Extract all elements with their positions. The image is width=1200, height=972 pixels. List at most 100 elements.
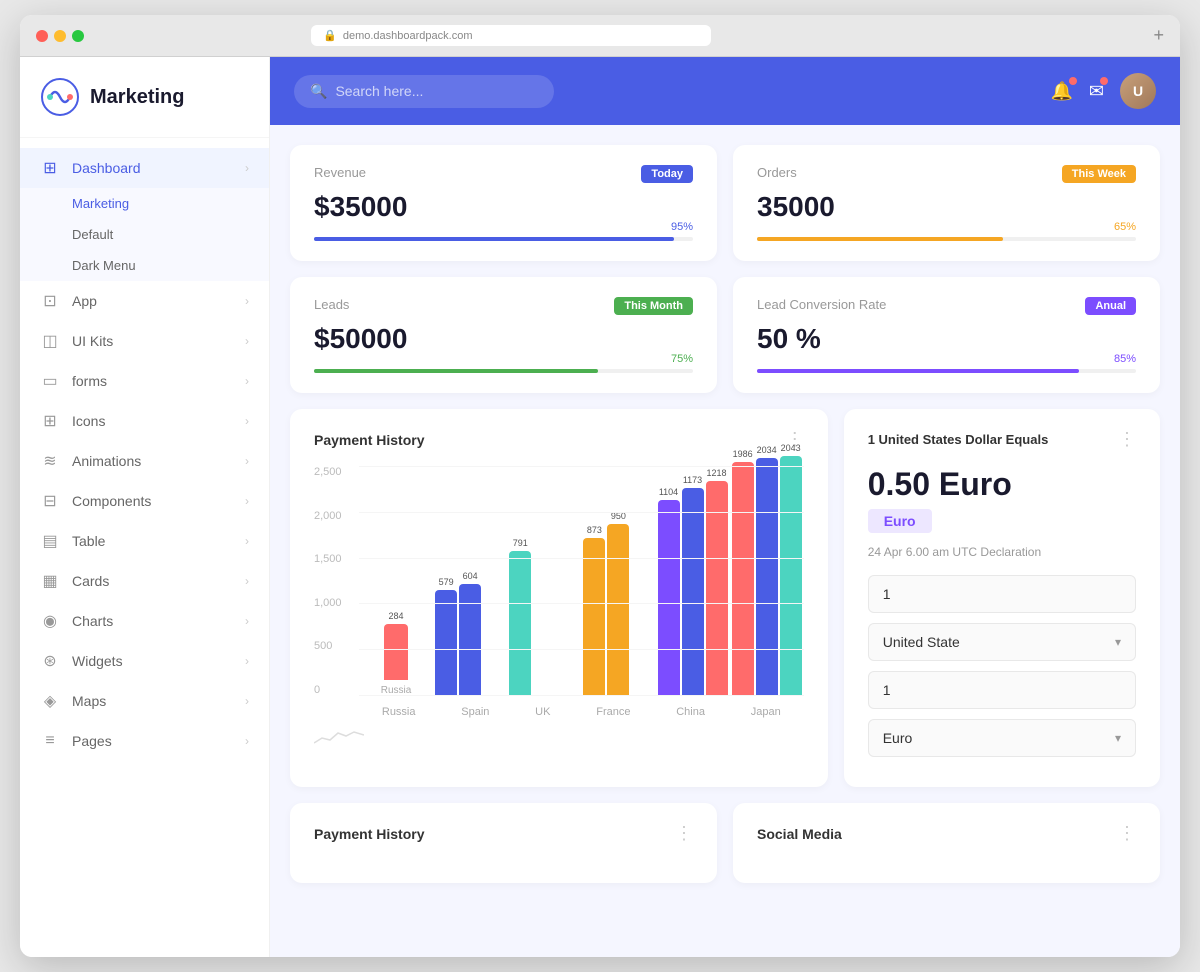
chevron-icon: › — [245, 614, 249, 628]
sidebar-item-icons[interactable]: ⊞ Icons › — [20, 401, 269, 441]
currency-chip: Euro — [868, 509, 932, 533]
bar-japan2 — [756, 458, 778, 696]
currency-input1[interactable] — [868, 575, 1136, 613]
sidebar-item-pages[interactable]: ≡ Pages › — [20, 721, 269, 761]
submenu-default[interactable]: Default — [20, 219, 269, 250]
widgets-icon: ⊛ — [40, 651, 60, 671]
maps-icon: ◈ — [40, 691, 60, 711]
avatar[interactable]: U — [1120, 73, 1156, 109]
main-content: 🔍 🔔 ✉ U — [270, 57, 1180, 957]
submenu-marketing[interactable]: Marketing — [20, 188, 269, 219]
bar-france1 — [583, 538, 605, 696]
orders-value: 35000 — [757, 191, 1136, 223]
minimize-button[interactable] — [54, 30, 66, 42]
search-input[interactable] — [335, 83, 538, 99]
footer-payment-card: Payment History ⋮ — [290, 803, 717, 883]
bar-chart-area: 2,500 2,000 1,500 1,000 500 0 284 — [314, 466, 804, 726]
chevron-icon: › — [245, 294, 249, 308]
chevron-icon: › — [245, 574, 249, 588]
bar-japan1 — [732, 462, 754, 696]
y-label: 2,500 — [314, 466, 342, 478]
currency-select[interactable]: Euro ▾ — [868, 719, 1136, 757]
maximize-button[interactable] — [72, 30, 84, 42]
cards-icon: ▦ — [40, 571, 60, 591]
chart-footer-icon — [314, 728, 804, 753]
footer-grid: Payment History ⋮ Social Media ⋮ — [290, 803, 1160, 883]
bar-france2 — [607, 524, 629, 696]
leads-card: Leads This Month $50000 75% — [290, 277, 717, 393]
chevron-down-icon: ▾ — [1115, 635, 1121, 649]
notification-icon[interactable]: 🔔 — [1050, 81, 1072, 102]
conversion-progress-bar — [757, 369, 1079, 373]
submenu-dark-menu[interactable]: Dark Menu — [20, 250, 269, 281]
charts-icon: ◉ — [40, 611, 60, 631]
y-label: 1,500 — [314, 553, 342, 565]
sidebar-item-maps[interactable]: ◈ Maps › — [20, 681, 269, 721]
leads-progress: 75% — [314, 369, 693, 373]
sidebar-item-components[interactable]: ⊟ Components › — [20, 481, 269, 521]
chevron-icon: › — [245, 494, 249, 508]
mail-icon[interactable]: ✉ — [1089, 81, 1104, 102]
address-bar[interactable]: 🔒 demo.dashboardpack.com — [311, 25, 711, 46]
orders-percent: 65% — [1114, 221, 1136, 233]
bar-group-spain: 579 604 — [433, 571, 507, 696]
bar-japan3 — [780, 456, 802, 696]
revenue-value: $35000 — [314, 191, 693, 223]
orders-label: Orders — [757, 165, 797, 180]
footer-social-menu-icon[interactable]: ⋮ — [1118, 823, 1136, 844]
sidebar-item-label: Dashboard — [72, 160, 141, 176]
orders-progress-bar — [757, 237, 1003, 241]
sidebar-item-label: Table — [72, 533, 105, 549]
sidebar-item-app[interactable]: ⊡ App › — [20, 281, 269, 321]
sidebar-item-uikits[interactable]: ◫ UI Kits › — [20, 321, 269, 361]
sidebar: Marketing ⊞ Dashboard › Marketing Defaul… — [20, 57, 270, 957]
country-select-value: United State — [883, 634, 960, 650]
sidebar-item-table[interactable]: ▤ Table › — [20, 521, 269, 561]
orders-badge: This Week — [1062, 165, 1136, 183]
browser-window: 🔒 demo.dashboardpack.com + Marketing — [20, 15, 1180, 957]
y-label: 0 — [314, 684, 342, 696]
sidebar-item-charts[interactable]: ◉ Charts › — [20, 601, 269, 641]
revenue-progress: 95% — [314, 237, 693, 241]
new-tab-button[interactable]: + — [1153, 25, 1164, 46]
country-select[interactable]: United State ▾ — [868, 623, 1136, 661]
payment-history-card: Payment History ⋮ — [290, 409, 828, 787]
animations-icon: ≋ — [40, 451, 60, 471]
chevron-icon: › — [245, 161, 249, 175]
sidebar-item-label: Icons — [72, 413, 105, 429]
leads-percent: 75% — [671, 353, 693, 365]
revenue-percent: 95% — [671, 221, 693, 233]
bar-group-uk: 791 — [507, 538, 581, 696]
sidebar-item-label: Pages — [72, 733, 112, 749]
sidebar-item-label: Cards — [72, 573, 109, 589]
close-button[interactable] — [36, 30, 48, 42]
currency-menu-icon[interactable]: ⋮ — [1118, 429, 1136, 450]
conversion-label: Lead Conversion Rate — [757, 297, 886, 312]
sidebar-item-label: App — [72, 293, 97, 309]
footer-payment-menu-icon[interactable]: ⋮ — [675, 823, 693, 844]
conversion-badge: Anual — [1085, 297, 1136, 315]
footer-social-title: Social Media — [757, 826, 842, 842]
traffic-lights — [36, 30, 84, 42]
bar-group-france: 873 950 — [581, 511, 655, 696]
bottom-grid: Payment History ⋮ — [290, 409, 1160, 787]
sidebar-item-animations[interactable]: ≋ Animations › — [20, 441, 269, 481]
sidebar-item-label: UI Kits — [72, 333, 113, 349]
sidebar-item-cards[interactable]: ▦ Cards › — [20, 561, 269, 601]
top-bar-right: 🔔 ✉ U — [1050, 73, 1156, 109]
sidebar-item-dashboard[interactable]: ⊞ Dashboard › — [20, 148, 269, 188]
dashboard-submenu: Marketing Default Dark Menu — [20, 188, 269, 281]
forms-icon: ▭ — [40, 371, 60, 391]
bar-china2 — [682, 488, 704, 696]
chevron-icon: › — [245, 414, 249, 428]
notification-badge — [1069, 77, 1077, 85]
orders-progress: 65% — [757, 237, 1136, 241]
uikits-icon: ◫ — [40, 331, 60, 351]
sidebar-logo: Marketing — [20, 57, 269, 138]
chevron-down-icon: ▾ — [1115, 731, 1121, 745]
search-box[interactable]: 🔍 — [294, 75, 554, 108]
sidebar-item-forms[interactable]: ▭ forms › — [20, 361, 269, 401]
currency-input2[interactable] — [868, 671, 1136, 709]
sidebar-item-widgets[interactable]: ⊛ Widgets › — [20, 641, 269, 681]
revenue-progress-bar — [314, 237, 674, 241]
